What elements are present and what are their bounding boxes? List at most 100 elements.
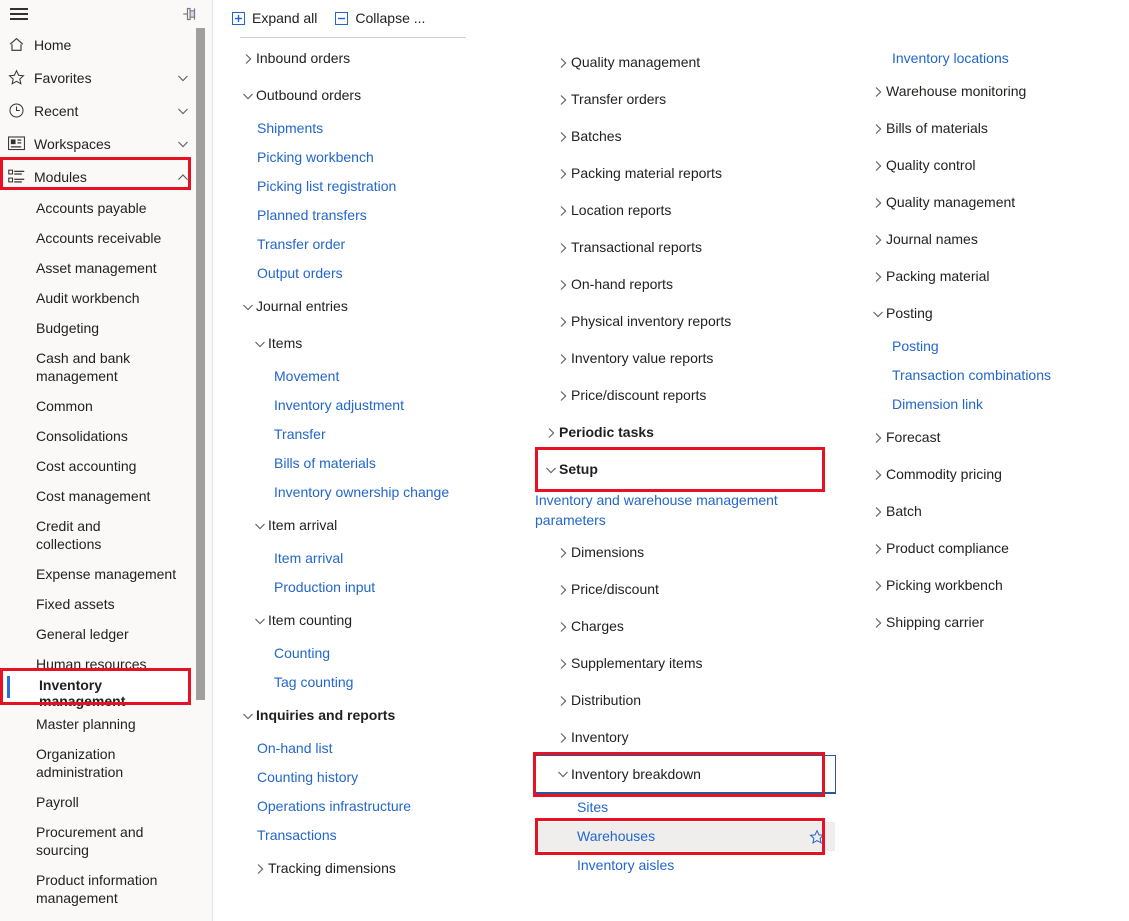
menu-group-quality-management[interactable]: Quality management (850, 184, 1129, 221)
chevron-right-icon[interactable] (555, 94, 571, 106)
menu-link-transfer-order[interactable]: Transfer order (232, 230, 532, 259)
menu-group-item-arrival[interactable]: Item arrival (232, 507, 532, 544)
menu-group-distribution[interactable]: Distribution (535, 682, 835, 719)
chevron-right-icon[interactable] (555, 732, 571, 744)
menu-group-posting[interactable]: Posting (850, 295, 1129, 332)
menu-group-packing-material-reports[interactable]: Packing material reports (535, 155, 835, 192)
nav-item-modules[interactable]: Modules (0, 160, 213, 193)
menu-group-journal-names[interactable]: Journal names (850, 221, 1129, 258)
menu-link-planned-transfers[interactable]: Planned transfers (232, 201, 532, 230)
menu-group-picking-workbench[interactable]: Picking workbench (850, 567, 1129, 604)
module-item-expense-management[interactable]: Expense management (0, 559, 213, 589)
menu-group-warehouse-monitoring[interactable]: Warehouse monitoring (850, 73, 1129, 110)
module-item-procurement-and-sourcing[interactable]: Procurement and sourcing (0, 817, 213, 865)
menu-group-inquiries-and-reports[interactable]: Inquiries and reports (232, 697, 532, 734)
module-item-cash-and-bank-management[interactable]: Cash and bank management (0, 343, 213, 391)
menu-group-item-counting[interactable]: Item counting (232, 602, 532, 639)
collapse-all-button[interactable]: Collapse ... (335, 10, 425, 26)
menu-group-dimensions[interactable]: Dimensions (535, 534, 835, 571)
module-item-organization-administration[interactable]: Organization administration (0, 739, 213, 787)
chevron-up-icon[interactable] (171, 171, 195, 183)
module-item-asset-management[interactable]: Asset management (0, 253, 213, 283)
favorite-star-icon[interactable] (809, 828, 825, 845)
module-item-product-information-management[interactable]: Product information management (0, 865, 213, 913)
chevron-down-icon[interactable] (252, 615, 268, 627)
menu-group-charges[interactable]: Charges (535, 608, 835, 645)
chevron-right-icon[interactable] (555, 316, 571, 328)
menu-link-transfer[interactable]: Transfer (232, 420, 532, 449)
menu-group-setup[interactable]: Setup (535, 451, 835, 488)
module-item-fixed-assets[interactable]: Fixed assets (0, 589, 213, 619)
menu-group-location-reports[interactable]: Location reports (535, 192, 835, 229)
chevron-right-icon[interactable] (240, 53, 256, 65)
menu-link-inventory-adjustment[interactable]: Inventory adjustment (232, 391, 532, 420)
chevron-down-icon[interactable] (240, 90, 256, 102)
chevron-right-icon[interactable] (555, 131, 571, 143)
chevron-right-icon[interactable] (870, 197, 886, 209)
chevron-right-icon[interactable] (555, 547, 571, 559)
menu-link-picking-workbench[interactable]: Picking workbench (232, 143, 532, 172)
menu-link-bills-of-materials[interactable]: Bills of materials (232, 449, 532, 478)
menu-link-picking-list-registration[interactable]: Picking list registration (232, 172, 532, 201)
menu-group-tracking-dimensions[interactable]: Tracking dimensions (232, 850, 532, 887)
menu-group-inventory-value-reports[interactable]: Inventory value reports (535, 340, 835, 377)
chevron-right-icon[interactable] (870, 432, 886, 444)
hamburger-menu-icon[interactable] (8, 4, 30, 24)
module-item-accounts-receivable[interactable]: Accounts receivable (0, 223, 213, 253)
chevron-right-icon[interactable] (555, 279, 571, 291)
chevron-right-icon[interactable] (555, 621, 571, 633)
chevron-right-icon[interactable] (555, 353, 571, 365)
nav-item-favorites[interactable]: Favorites (0, 61, 213, 94)
chevron-right-icon[interactable] (555, 242, 571, 254)
chevron-right-icon[interactable] (870, 271, 886, 283)
menu-link-transactions[interactable]: Transactions (232, 821, 532, 850)
menu-link-inventory-aisles[interactable]: Inventory aisles (535, 851, 835, 880)
chevron-right-icon[interactable] (870, 506, 886, 518)
menu-group-inventory-breakdown[interactable]: Inventory breakdown (534, 755, 836, 794)
chevron-down-icon[interactable] (555, 768, 571, 780)
menu-link-dimension-link[interactable]: Dimension link (850, 390, 1129, 419)
menu-group-transfer-orders[interactable]: Transfer orders (535, 81, 835, 118)
nav-item-recent[interactable]: Recent (0, 94, 213, 127)
left-pane-scrollbar-thumb[interactable] (196, 28, 205, 700)
menu-group-periodic-tasks[interactable]: Periodic tasks (535, 414, 835, 451)
menu-link-counting[interactable]: Counting (232, 639, 532, 668)
module-item-common[interactable]: Common (0, 391, 213, 421)
chevron-down-icon[interactable] (252, 338, 268, 350)
menu-group-quality-control[interactable]: Quality control (850, 147, 1129, 184)
chevron-right-icon[interactable] (555, 658, 571, 670)
module-item-accounts-payable[interactable]: Accounts payable (0, 193, 213, 223)
chevron-down-icon[interactable] (870, 308, 886, 320)
nav-item-home[interactable]: Home (0, 28, 213, 61)
chevron-down-icon[interactable] (240, 710, 256, 722)
menu-group-transactional-reports[interactable]: Transactional reports (535, 229, 835, 266)
menu-group-inbound-orders[interactable]: Inbound orders (232, 40, 532, 77)
menu-group-items[interactable]: Items (232, 325, 532, 362)
menu-group-product-compliance[interactable]: Product compliance (850, 530, 1129, 567)
chevron-right-icon[interactable] (555, 584, 571, 596)
menu-link-tag-counting[interactable]: Tag counting (232, 668, 532, 697)
sidebar-item-inventory-management[interactable]: Inventory management (3, 669, 190, 709)
chevron-right-icon[interactable] (252, 863, 268, 875)
module-item-audit-workbench[interactable]: Audit workbench (0, 283, 213, 313)
menu-group-supplementary-items[interactable]: Supplementary items (535, 645, 835, 682)
chevron-right-icon[interactable] (870, 469, 886, 481)
menu-link-sites[interactable]: Sites (535, 793, 835, 822)
menu-link-posting[interactable]: Posting (850, 332, 1129, 361)
nav-item-workspaces[interactable]: Workspaces (0, 127, 213, 160)
menu-group-price-discount-reports[interactable]: Price/discount reports (535, 377, 835, 414)
menu-group-batches[interactable]: Batches (535, 118, 835, 155)
module-item-payroll[interactable]: Payroll (0, 787, 213, 817)
menu-group-forecast[interactable]: Forecast (850, 419, 1129, 456)
menu-link-inventory-locations[interactable]: Inventory locations (850, 44, 1129, 73)
menu-link-shipments[interactable]: Shipments (232, 114, 532, 143)
menu-link-output-orders[interactable]: Output orders (232, 259, 532, 288)
chevron-right-icon[interactable] (870, 123, 886, 135)
menu-group-journal-entries[interactable]: Journal entries (232, 288, 532, 325)
menu-group-commodity-pricing[interactable]: Commodity pricing (850, 456, 1129, 493)
chevron-right-icon[interactable] (870, 617, 886, 629)
menu-group-on-hand-reports[interactable]: On-hand reports (535, 266, 835, 303)
menu-link-operations-infrastructure[interactable]: Operations infrastructure (232, 792, 532, 821)
menu-group-price-discount[interactable]: Price/discount (535, 571, 835, 608)
menu-group-quality-management[interactable]: Quality management (535, 44, 835, 81)
